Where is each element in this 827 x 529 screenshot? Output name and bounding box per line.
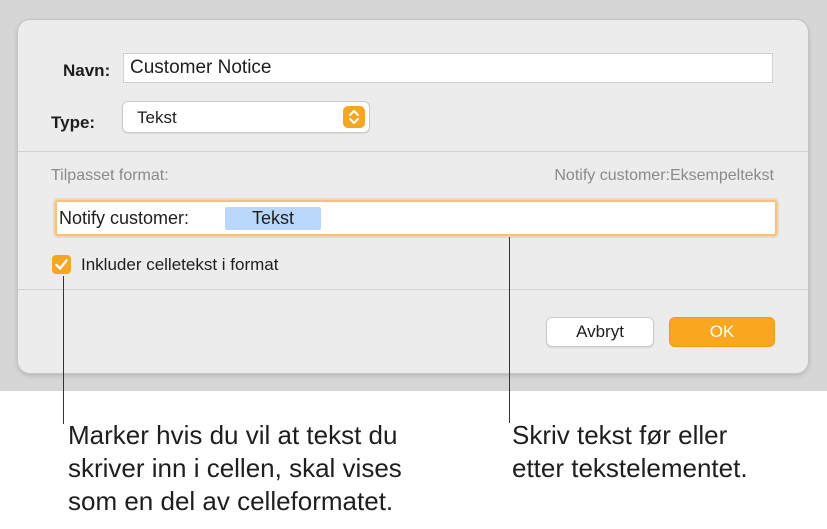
custom-format-label: Tilpasset format: xyxy=(51,167,169,184)
footer-divider xyxy=(18,289,808,290)
callout-right: Skriv tekst før eller etter tekstelement… xyxy=(512,419,748,485)
type-select[interactable]: Tekst xyxy=(122,101,370,133)
callout-left-line-3: som en del av celleformatet. xyxy=(68,486,394,516)
name-label: Navn: xyxy=(63,61,111,80)
type-select-value: Tekst xyxy=(137,108,177,127)
callout-left-line-2: skriver inn i cellen, skal vises xyxy=(68,453,402,483)
up-down-arrows-icon xyxy=(343,106,365,128)
ok-button[interactable]: OK xyxy=(669,317,775,347)
callout-left-line-1: Marker hvis du vil at tekst du xyxy=(68,420,398,450)
section-divider xyxy=(18,151,808,152)
callout-line-left xyxy=(63,276,64,424)
include-cell-text-checkbox[interactable] xyxy=(52,255,71,274)
format-prefix-text[interactable]: Notify customer: xyxy=(59,208,189,229)
format-preview: Notify customer:Eksempeltekst xyxy=(554,167,774,184)
text-token[interactable]: Tekst xyxy=(225,207,321,230)
callout-right-line-2: etter tekstelementet. xyxy=(512,453,748,483)
custom-format-dialog: Navn: Customer Notice Type: Tekst Tilpas… xyxy=(18,20,808,373)
callout-left: Marker hvis du vil at tekst du skriver i… xyxy=(68,419,402,518)
type-label: Type: xyxy=(51,113,96,132)
callout-line-right xyxy=(509,237,510,423)
checkmark-icon xyxy=(55,259,68,270)
cancel-button[interactable]: Avbryt xyxy=(546,317,654,347)
callout-right-line-1: Skriv tekst før eller xyxy=(512,420,728,450)
custom-format-input[interactable]: Notify customer: Tekst xyxy=(55,200,777,236)
include-cell-text-label: Inkluder celletekst i format xyxy=(81,255,279,274)
name-input[interactable]: Customer Notice xyxy=(123,53,773,83)
